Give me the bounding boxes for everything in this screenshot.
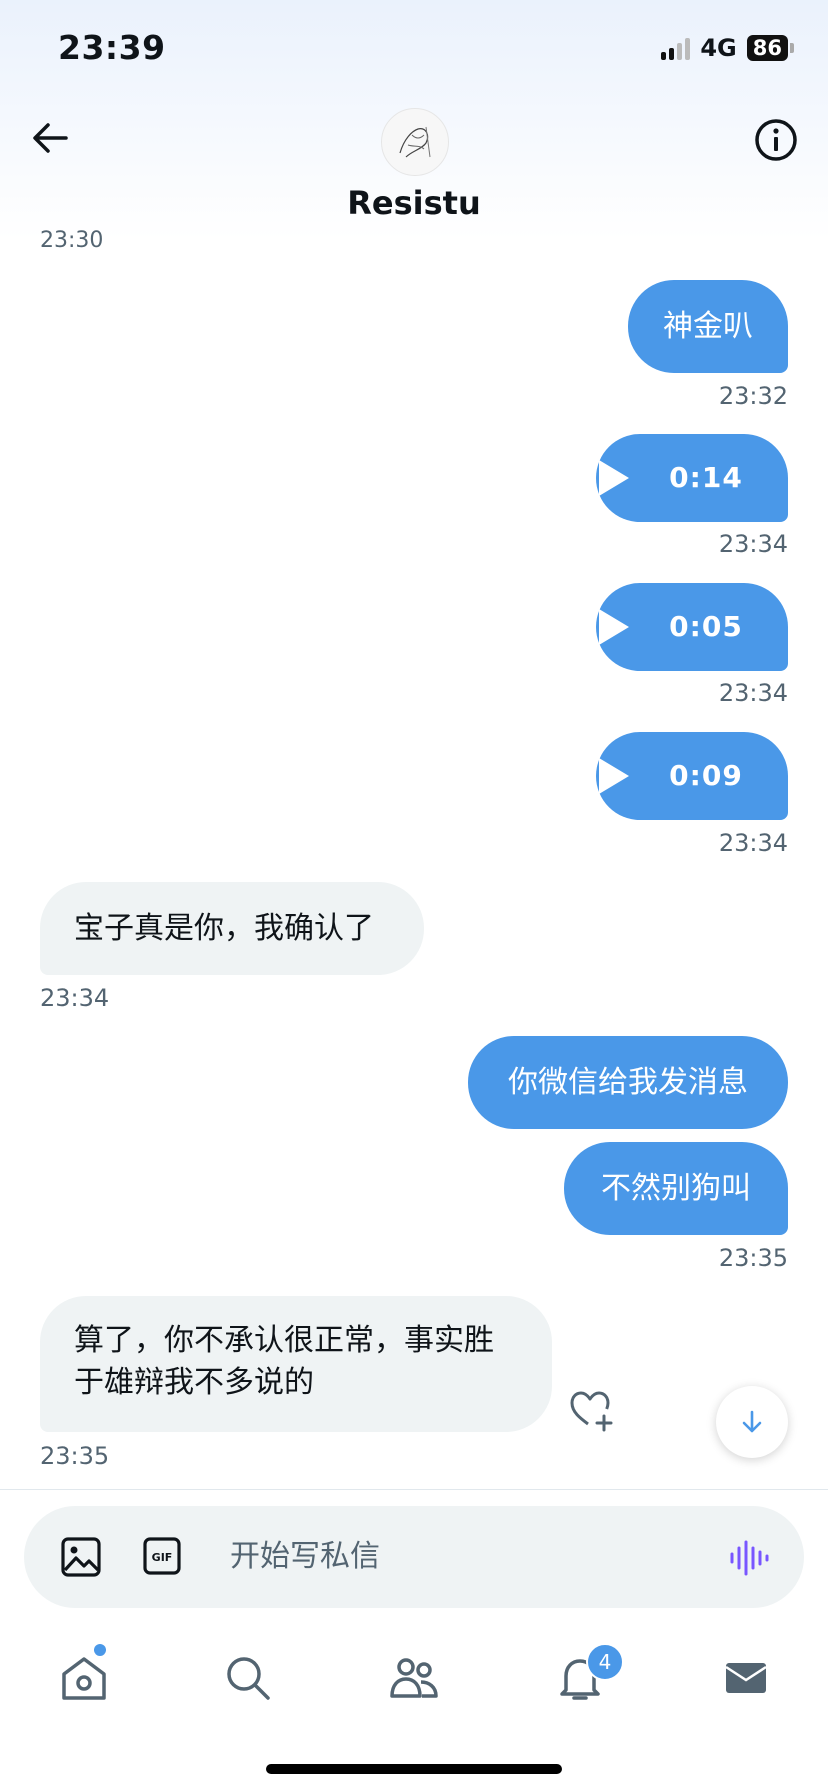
message-time: 23:35 [718,1244,788,1272]
message-text: 宝子真是你，我确认了 [74,910,374,946]
search-icon[interactable] [222,1652,274,1704]
voice-record-icon[interactable] [728,1538,770,1578]
message-bubble-incoming[interactable]: 算了，你不承认很正常，事实胜 于雄辩我不多说的 [40,1296,552,1432]
home-indicator [266,1764,562,1774]
voice-duration: 0:05 [669,610,743,643]
message-time: 23:34 [718,829,788,857]
conversation-title[interactable]: Resistu [0,184,828,222]
back-arrow-icon[interactable] [28,116,72,160]
message-text: 你微信给我发消息 [508,1064,748,1100]
add-reaction-icon[interactable] [566,1386,616,1432]
message-bubble-outgoing[interactable]: 不然别狗叫 [564,1142,788,1235]
message-bubble-incoming[interactable]: 宝子真是你，我确认了 [40,882,424,975]
play-icon[interactable] [599,609,630,645]
voice-duration: 0:09 [669,759,743,792]
messages-icon[interactable] [720,1652,772,1704]
battery-icon: 86 [746,35,794,61]
signal-icon [661,36,691,60]
status-time: 23:39 [58,28,166,67]
voice-message[interactable]: 0:14 [596,434,788,522]
message-time: 23:34 [718,530,788,558]
scroll-to-bottom-button[interactable] [716,1386,788,1458]
battery-level: 86 [746,35,788,61]
message-text-line: 算了，你不承认很正常，事实胜 [74,1323,494,1358]
image-icon[interactable] [60,1536,102,1578]
message-bubble-outgoing[interactable]: 神金叭 [628,280,788,373]
communities-icon[interactable] [388,1652,440,1704]
play-icon[interactable] [599,460,630,496]
message-input[interactable]: 开始写私信 [230,1536,380,1578]
gif-icon[interactable]: GIF [143,1537,181,1575]
message-bubble-outgoing[interactable]: 你微信给我发消息 [468,1036,788,1129]
message-time: 23:32 [718,382,788,410]
message-time: 23:30 [40,228,104,248]
network-label: 4G [700,34,737,62]
message-time: 23:34 [718,679,788,707]
home-unread-dot [94,1644,106,1656]
status-indicators: 4G 86 [661,34,794,62]
voice-duration: 0:14 [669,461,743,494]
message-text-line: 于雄辩我不多说的 [74,1365,314,1400]
message-time: 23:34 [40,984,110,1012]
svg-text:GIF: GIF [152,1551,173,1564]
home-icon[interactable] [58,1652,110,1704]
play-icon[interactable] [599,758,630,794]
voice-message[interactable]: 0:05 [596,583,788,671]
info-icon[interactable] [752,116,800,164]
avatar[interactable] [381,108,449,176]
notifications-badge: 4 [586,1643,624,1681]
message-text: 不然别狗叫 [601,1170,751,1206]
arrow-down-icon [742,1410,762,1433]
message-time: 23:35 [40,1442,110,1470]
composer-divider [0,1489,828,1490]
message-text: 神金叭 [663,308,753,344]
voice-message[interactable]: 0:09 [596,732,788,820]
message-composer[interactable] [24,1506,804,1608]
